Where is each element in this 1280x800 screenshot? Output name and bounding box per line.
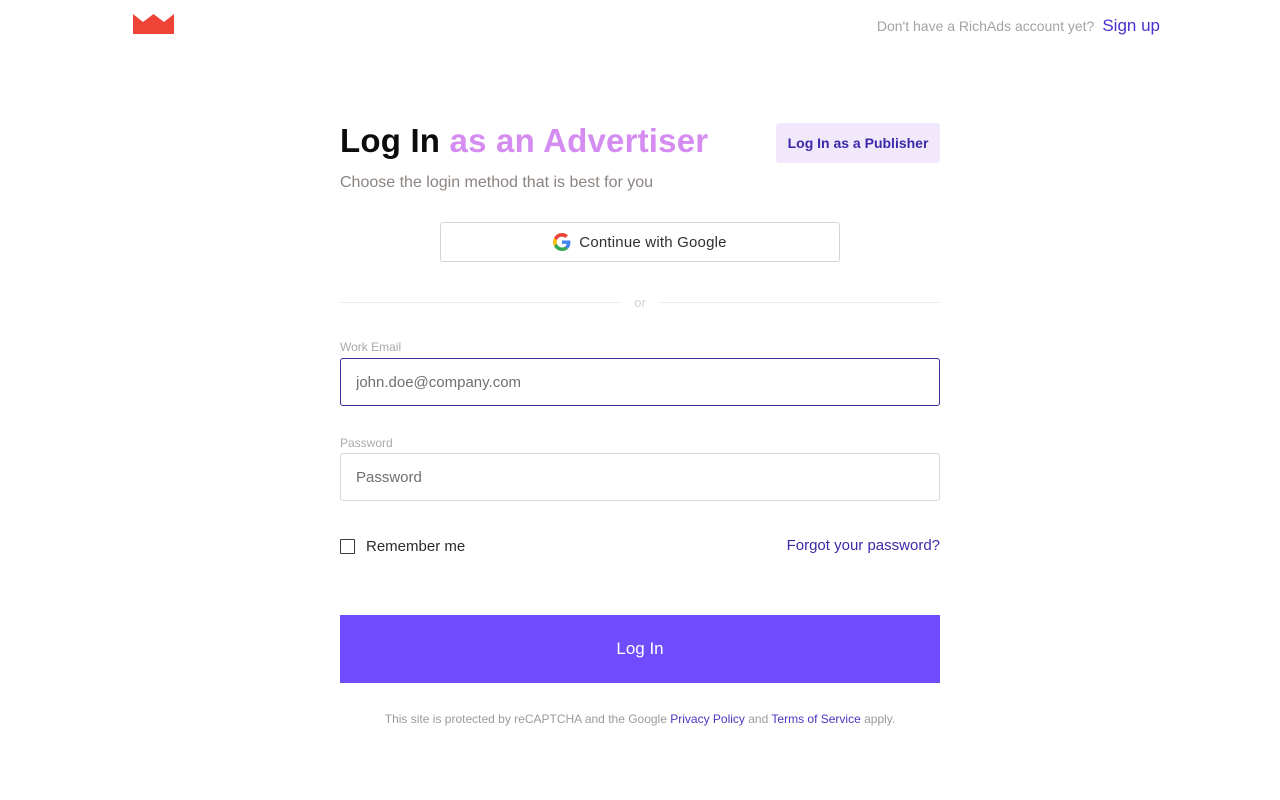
- page-title-role: as an Advertiser: [449, 122, 709, 159]
- crown-icon[interactable]: [133, 13, 174, 34]
- terms-of-service-link[interactable]: Terms of Service: [771, 712, 860, 726]
- remember-me[interactable]: Remember me: [340, 537, 465, 555]
- title-row: Log In as an Advertiser Log In as a Publ…: [340, 120, 940, 164]
- email-label: Work Email: [340, 340, 402, 354]
- privacy-policy-link[interactable]: Privacy Policy: [670, 712, 745, 726]
- google-login-label: Continue with Google: [579, 233, 727, 251]
- or-divider: or: [340, 294, 940, 310]
- page-subtitle: Choose the login method that is best for…: [340, 174, 654, 191]
- remember-me-label: Remember me: [366, 537, 466, 555]
- google-login-button[interactable]: Continue with Google: [440, 222, 840, 262]
- recaptcha-notice-prefix: This site is protected by reCAPTCHA and …: [384, 712, 671, 726]
- forgot-password-link[interactable]: Forgot your password?: [787, 537, 940, 554]
- divider-line-right: [658, 301, 940, 303]
- signup-link[interactable]: Sign up: [1102, 16, 1160, 36]
- remember-me-checkbox[interactable]: [340, 538, 355, 554]
- recaptcha-notice: This site is protected by reCAPTCHA and …: [340, 712, 940, 726]
- page-title: Log In as an Advertiser: [340, 122, 708, 160]
- login-page: Don't have a RichAds account yet? Sign u…: [0, 0, 1280, 800]
- recaptcha-notice-suffix: apply.: [860, 712, 896, 726]
- divider-text: or: [634, 294, 646, 310]
- email-field[interactable]: [340, 358, 940, 406]
- signup-prompt-text: Don't have a RichAds account yet?: [876, 18, 1095, 34]
- recaptcha-notice-and: and: [744, 712, 772, 726]
- page-title-main: Log In: [340, 122, 441, 159]
- password-label: Password: [340, 436, 393, 450]
- divider-line-left: [340, 301, 622, 303]
- password-field[interactable]: [340, 453, 940, 501]
- login-submit-button[interactable]: Log In: [340, 615, 940, 683]
- login-form: Log In as an Advertiser Log In as a Publ…: [340, 120, 940, 726]
- google-g-icon: [553, 233, 571, 251]
- signup-prompt: Don't have a RichAds account yet? Sign u…: [877, 15, 1160, 37]
- publisher-login-button[interactable]: Log In as a Publisher: [776, 123, 940, 163]
